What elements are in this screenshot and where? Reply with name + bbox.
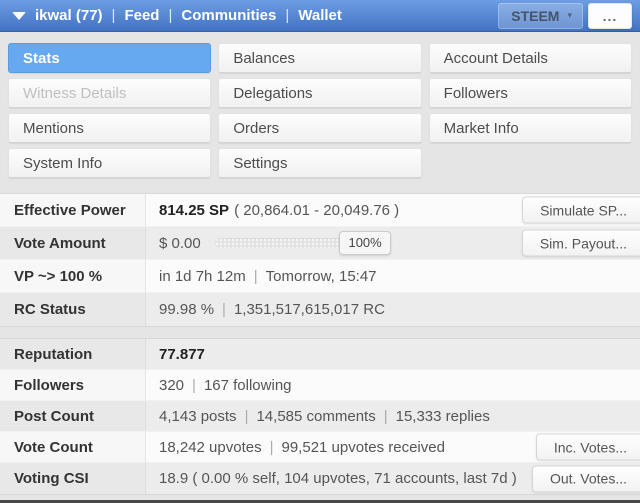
- table-row-effective-power: Effective Power 814.25 SP ( 20,864.01 - …: [0, 194, 640, 227]
- vote-weight-slider: 100%: [215, 230, 391, 256]
- table-row-vp-recharge: VP ~> 100 % in 1d 7h 12m | Tomorrow, 15:…: [0, 260, 640, 293]
- reputation-value: 77.877: [159, 346, 205, 363]
- more-options-button[interactable]: ...: [588, 3, 632, 29]
- nav-separator: |: [159, 7, 181, 24]
- table-row-reputation: Reputation 77.877: [0, 339, 640, 370]
- voting-csi-value: 18.9 ( 0.00 % self, 104 upvotes, 71 acco…: [159, 470, 517, 487]
- comments-count: 14,585 comments: [256, 408, 375, 425]
- tab-balances[interactable]: Balances: [218, 43, 421, 73]
- table-row-voting-csi: Voting CSI 18.9 ( 0.00 % self, 104 upvot…: [0, 463, 640, 494]
- row-label: VP ~> 100 %: [0, 260, 146, 292]
- effective-power-value: 814.25 SP: [159, 202, 229, 219]
- account-dropdown-icon[interactable]: [12, 12, 26, 20]
- row-value: in 1d 7h 12m | Tomorrow, 15:47: [146, 260, 640, 292]
- row-value: 320 | 167 following: [146, 370, 640, 400]
- simulate-sp-button[interactable]: Simulate SP...: [522, 197, 640, 224]
- vp-recharge-time: Tomorrow, 15:47: [266, 268, 377, 285]
- tab-system-info[interactable]: System Info: [8, 148, 211, 178]
- top-bar-left: ikwal (77) | Feed | Communities | Wallet: [12, 7, 342, 24]
- tab-witness-details[interactable]: Witness Details: [8, 78, 211, 108]
- upvotes-given: 18,242 upvotes: [159, 439, 262, 456]
- tab-orders[interactable]: Orders: [218, 113, 421, 143]
- table-row-vote-count: Vote Count 18,242 upvotes | 99,521 upvot…: [0, 432, 640, 463]
- row-label: Followers: [0, 370, 146, 400]
- account-name[interactable]: ikwal (77): [35, 7, 103, 24]
- row-value: 4,143 posts | 14,585 comments | 15,333 r…: [146, 401, 640, 431]
- row-label: Post Count: [0, 401, 146, 431]
- replies-count: 15,333 replies: [396, 408, 490, 425]
- account-stats-panel: Reputation 77.877 Followers 320 | 167 fo…: [0, 338, 640, 495]
- effective-power-range: ( 20,864.01 - 20,049.76 ): [234, 202, 399, 219]
- tab-stats[interactable]: Stats: [8, 43, 211, 73]
- row-label: RC Status: [0, 293, 146, 326]
- row-label: Vote Amount: [0, 227, 146, 259]
- posts-count: 4,143 posts: [159, 408, 237, 425]
- nav-feed[interactable]: Feed: [124, 7, 159, 24]
- following-count: 167 following: [204, 377, 292, 394]
- row-label: Vote Count: [0, 432, 146, 462]
- row-label: Reputation: [0, 339, 146, 369]
- value-separator: |: [262, 439, 282, 456]
- top-bar: ikwal (77) | Feed | Communities | Wallet…: [0, 0, 640, 32]
- slider-track[interactable]: [215, 238, 357, 248]
- nav-communities[interactable]: Communities: [181, 7, 276, 24]
- vote-amount-value: $ 0.00: [159, 235, 201, 252]
- top-bar-right: STEEM ▾ ...: [498, 3, 632, 29]
- table-row-followers: Followers 320 | 167 following: [0, 370, 640, 401]
- power-panel: Effective Power 814.25 SP ( 20,864.01 - …: [0, 193, 640, 327]
- followers-count: 320: [159, 377, 184, 394]
- tab-settings[interactable]: Settings: [218, 148, 421, 178]
- chain-select-button[interactable]: STEEM ▾: [498, 3, 583, 29]
- upvotes-received: 99,521 upvotes received: [282, 439, 445, 456]
- row-value: 99.98 % | 1,351,517,615,017 RC: [146, 293, 640, 326]
- chevron-down-icon: ▾: [567, 10, 572, 21]
- tab-market-info[interactable]: Market Info: [429, 113, 632, 143]
- nav-separator: |: [103, 7, 125, 24]
- incoming-votes-button[interactable]: Inc. Votes...: [536, 434, 640, 461]
- row-value: 77.877: [146, 339, 640, 369]
- tab-grid: Stats Balances Account Details Witness D…: [0, 32, 640, 178]
- tab-account-details[interactable]: Account Details: [429, 43, 632, 73]
- tab-mentions[interactable]: Mentions: [8, 113, 211, 143]
- value-separator: |: [237, 408, 257, 425]
- rc-percent: 99.98 %: [159, 301, 214, 318]
- nav-separator: |: [276, 7, 298, 24]
- slider-handle[interactable]: 100%: [339, 231, 390, 255]
- sim-payout-button[interactable]: Sim. Payout...: [522, 230, 640, 257]
- steemworld-account-dashboard: ikwal (77) | Feed | Communities | Wallet…: [0, 0, 640, 503]
- table-row-rc-status: RC Status 99.98 % | 1,351,517,615,017 RC: [0, 293, 640, 326]
- value-separator: |: [246, 268, 266, 285]
- outgoing-votes-button[interactable]: Out. Votes...: [532, 465, 640, 492]
- tab-delegations[interactable]: Delegations: [218, 78, 421, 108]
- rc-amount: 1,351,517,615,017 RC: [234, 301, 385, 318]
- value-separator: |: [376, 408, 396, 425]
- value-separator: |: [214, 301, 234, 318]
- row-label: Voting CSI: [0, 463, 146, 494]
- value-separator: |: [184, 377, 204, 394]
- table-row-post-count: Post Count 4,143 posts | 14,585 comments…: [0, 401, 640, 432]
- row-label: Effective Power: [0, 194, 146, 226]
- table-row-vote-amount: Vote Amount $ 0.00 100% Sim. Payout...: [0, 227, 640, 260]
- tab-followers[interactable]: Followers: [429, 78, 632, 108]
- chain-select-label: STEEM: [511, 8, 559, 24]
- nav-wallet[interactable]: Wallet: [298, 7, 342, 24]
- vp-recharge-countdown: in 1d 7h 12m: [159, 268, 246, 285]
